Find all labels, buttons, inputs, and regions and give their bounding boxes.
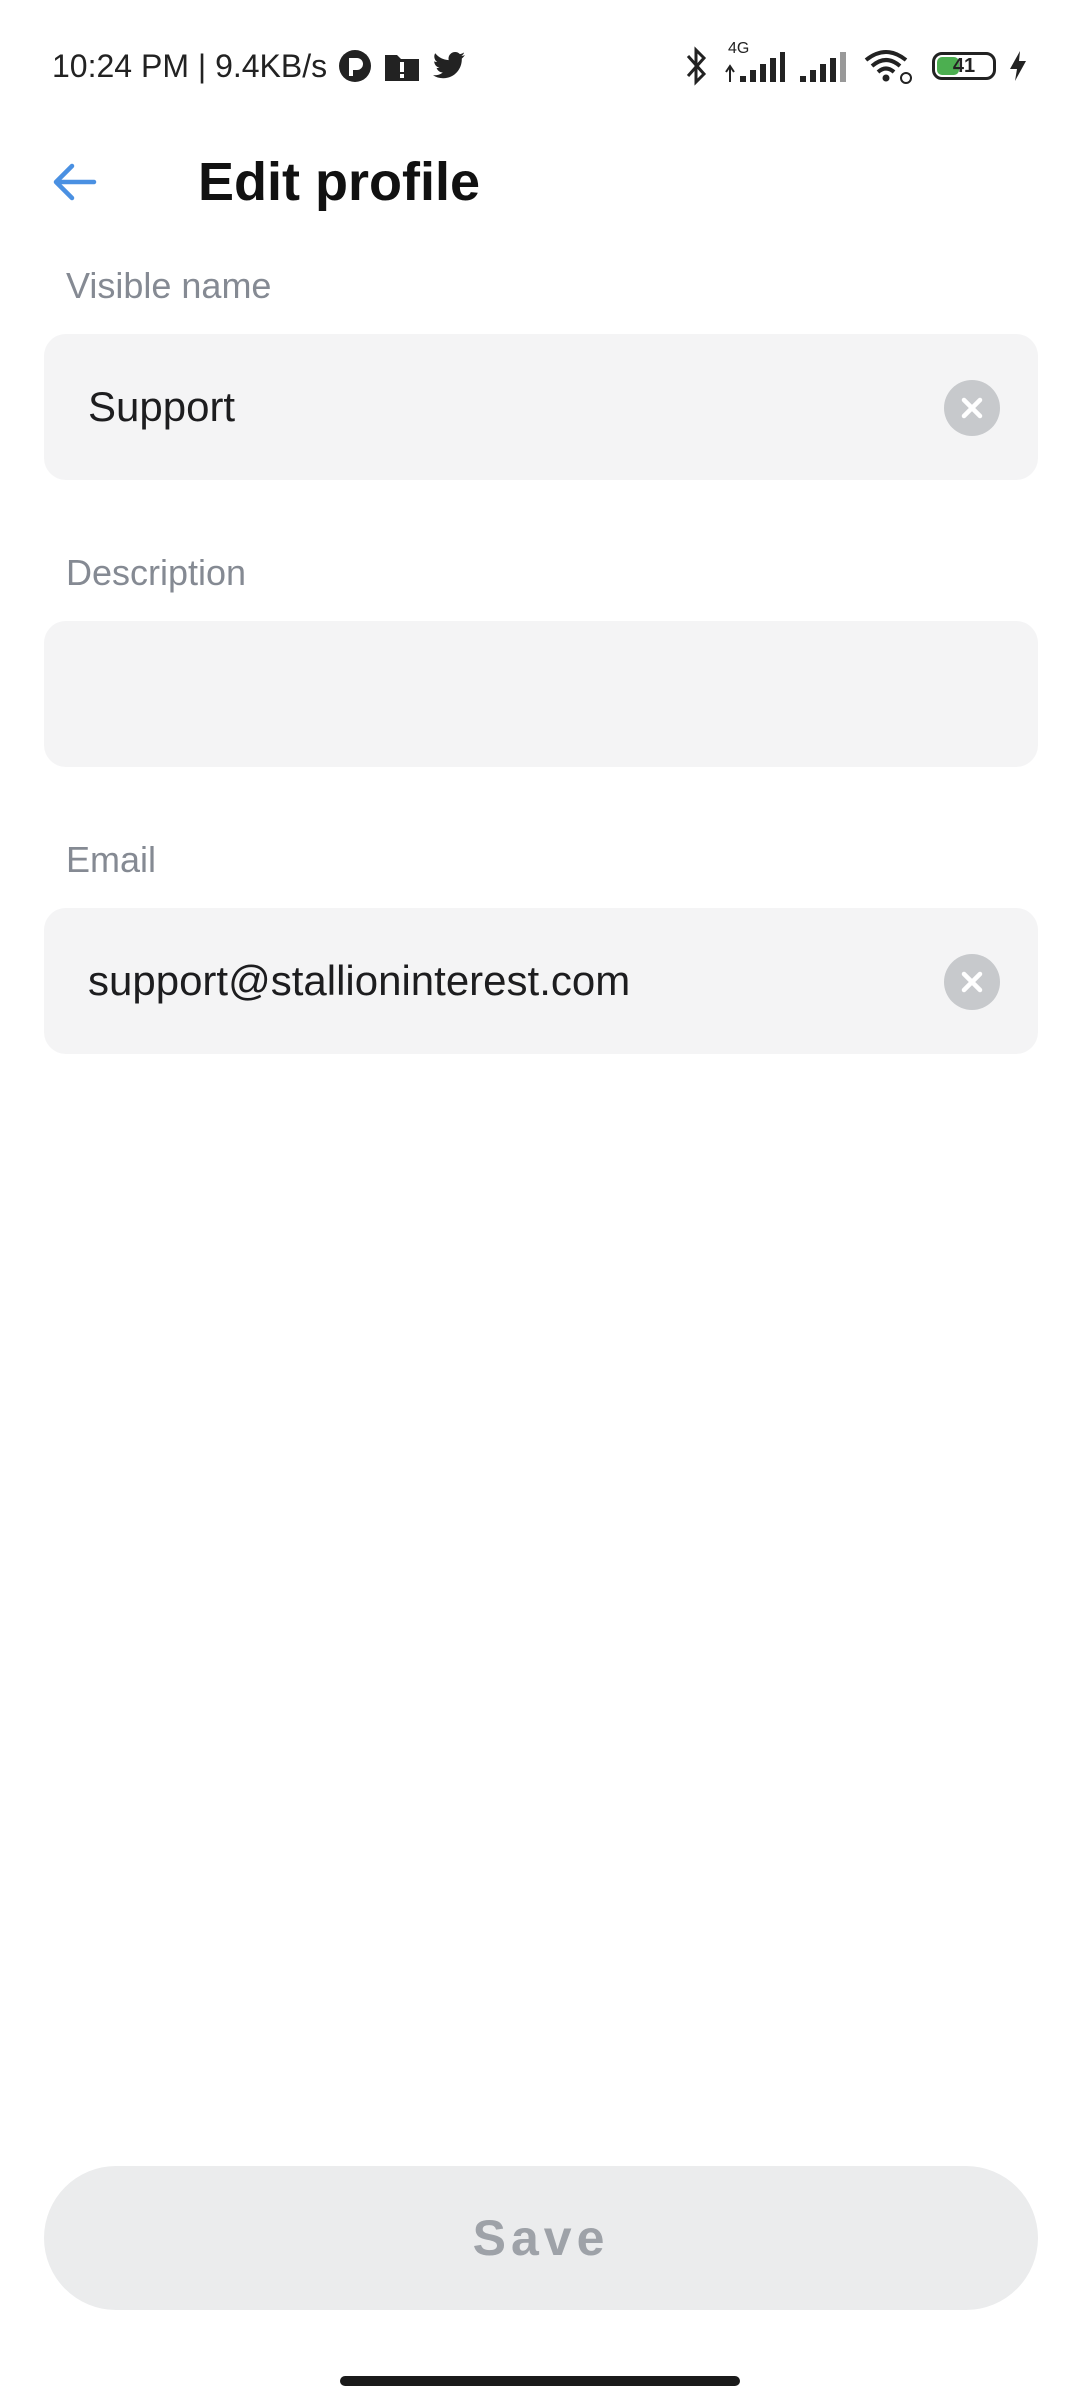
home-indicator[interactable] [340, 2376, 740, 2386]
visible-name-clear-button[interactable] [944, 380, 1000, 436]
email-field[interactable] [44, 908, 1038, 1054]
clear-circle-icon [961, 397, 983, 419]
battery-icon: 41 [932, 52, 996, 80]
bluetooth-icon [682, 46, 710, 86]
clear-circle-icon [961, 971, 983, 993]
battery-level: 41 [952, 55, 976, 77]
email-input[interactable] [88, 908, 908, 1054]
arrow-left-icon [53, 163, 97, 201]
network-type-label: 4G [728, 40, 750, 57]
status-right: 4G 41 [670, 40, 1028, 88]
folder-alert-icon [383, 49, 421, 83]
status-time: 10:24 PM | 9.4KB/s [52, 47, 328, 84]
status-left: 10:24 PM | 9.4KB/s [52, 44, 467, 88]
signal-4g-icon: 4G [722, 40, 786, 86]
signal-icon [798, 46, 850, 86]
app-header: Edit profile [0, 132, 1080, 232]
twitter-icon [431, 50, 467, 82]
app-notification-icon [337, 48, 373, 84]
description-field[interactable] [44, 621, 1038, 767]
page-title: Edit profile [198, 152, 480, 212]
wifi-icon [862, 46, 916, 86]
visible-name-label: Visible name [66, 265, 272, 306]
description-input[interactable] [88, 621, 908, 767]
email-clear-button[interactable] [944, 954, 1000, 1010]
description-label: Description [66, 552, 247, 593]
visible-name-input[interactable] [88, 334, 908, 480]
charging-icon [1008, 49, 1028, 83]
visible-name-field[interactable] [44, 334, 1038, 480]
save-button[interactable]: Save [44, 2166, 1038, 2310]
status-bar: 10:24 PM | 9.4KB/s 4G 41 [0, 0, 1080, 132]
back-button[interactable] [40, 152, 110, 212]
email-label: Email [66, 839, 157, 880]
